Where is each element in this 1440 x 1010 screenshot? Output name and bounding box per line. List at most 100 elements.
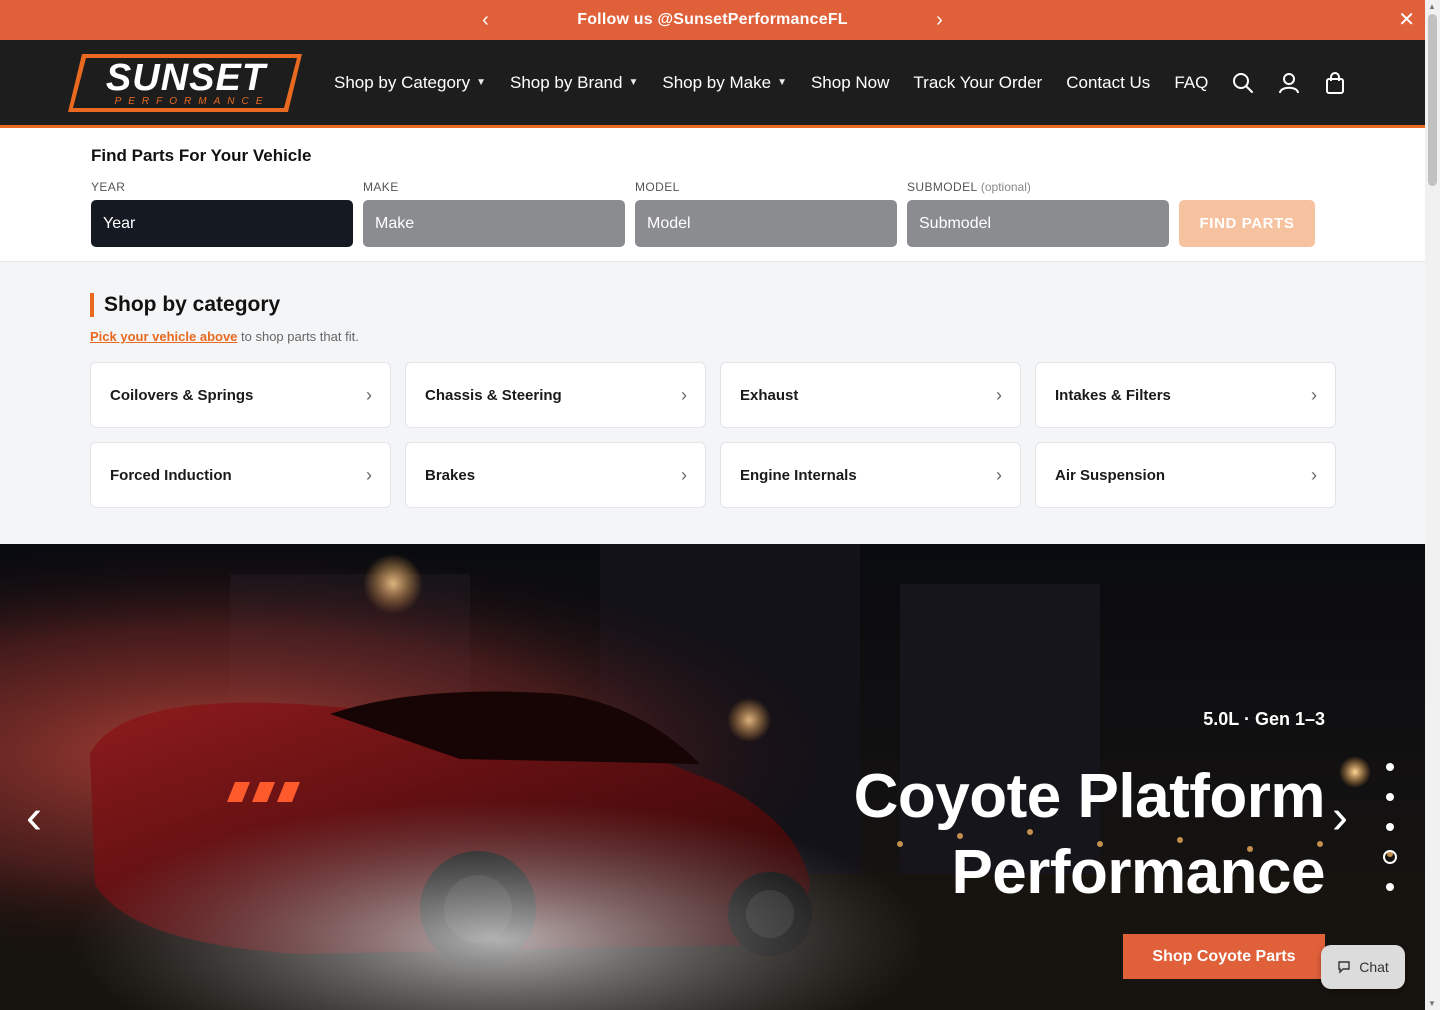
model-select[interactable]: Model [635, 200, 897, 247]
category-subtitle: Pick your vehicle above to shop parts th… [90, 329, 1335, 344]
chevron-down-icon: ▼ [628, 77, 639, 88]
search-icon[interactable] [1232, 72, 1254, 94]
chevron-down-icon: ▼ [476, 77, 486, 88]
category-label: Coilovers & Springs [110, 386, 254, 404]
hero-eyebrow: 5.0L · Gen 1–3 [1203, 709, 1325, 729]
svg-text:PERFORMANCE: PERFORMANCE [115, 96, 270, 107]
submodel-select[interactable]: Submodel [907, 200, 1169, 247]
hero-headline-line-2: Performance [951, 838, 1325, 907]
finder-title: Find Parts For Your Vehicle [91, 146, 312, 165]
category-label: Chassis & Steering [425, 386, 562, 404]
carousel-dot-5[interactable] [1386, 883, 1394, 891]
nav-shop-now[interactable]: Shop Now [811, 73, 889, 93]
chevron-right-icon: › [1311, 384, 1317, 405]
find-parts-button[interactable]: FIND PARTS [1179, 200, 1315, 247]
carousel-dot-3[interactable] [1386, 823, 1394, 831]
cart-icon[interactable] [1324, 71, 1346, 94]
category-label: Engine Internals [740, 466, 857, 484]
site-header: SUNSET PERFORMANCE Shop by Category ▼ Sho… [0, 40, 1425, 128]
field-label: SUBMODEL [907, 180, 978, 194]
nav-shop-by-category[interactable]: Shop by Category ▼ [334, 73, 486, 93]
chat-icon [1338, 961, 1350, 974]
category-label: Air Suspension [1055, 466, 1166, 484]
category-label: Brakes [425, 466, 476, 484]
make-select[interactable]: Make [363, 200, 625, 247]
category-label: Forced Induction [110, 466, 232, 484]
subtitle-text: to shop parts that fit. [237, 329, 359, 344]
scroll-down-icon[interactable]: ▼ [1428, 999, 1436, 1008]
carousel-dot-4[interactable] [1383, 850, 1397, 864]
model-label: MODEL [635, 180, 897, 194]
chevron-right-icon: › [996, 384, 1002, 405]
announcement-prev-arrow[interactable]: ‹ [474, 10, 498, 30]
shop-by-category: Shop by category Pick your vehicle above… [0, 262, 1425, 544]
field-label: MODEL [635, 180, 680, 194]
category-label: Exhaust [740, 386, 799, 404]
category-label: Intakes & Filters [1055, 386, 1171, 404]
nav-shop-by-make[interactable]: Shop by Make ▼ [662, 73, 787, 93]
category-card-intakes-filters[interactable]: Intakes & Filters › [1035, 362, 1336, 428]
submodel-field: SUBMODEL (optional) Submodel [907, 180, 1169, 247]
nav-contact-us[interactable]: Contact Us [1066, 73, 1150, 93]
sunset-performance-logo[interactable]: SUNSET PERFORMANCE [68, 52, 304, 114]
announcement-message[interactable]: Follow us @SunsetPerformanceFL [498, 11, 928, 29]
optional-tag: (optional) [980, 180, 1031, 194]
field-label: YEAR [91, 180, 126, 194]
chevron-right-icon: › [996, 464, 1002, 485]
year-select[interactable]: Year [91, 200, 353, 247]
category-card-coilovers-springs[interactable]: Coilovers & Springs › [90, 362, 391, 428]
chevron-right-icon: › [366, 384, 372, 405]
account-icon[interactable] [1278, 72, 1300, 94]
nav-track-your-order[interactable]: Track Your Order [913, 73, 1042, 93]
carousel-dots [1383, 752, 1397, 902]
announcement-close-icon[interactable]: ✕ [1398, 8, 1415, 32]
year-label: YEAR [91, 180, 353, 194]
announcement-bar: ‹ Follow us @SunsetPerformanceFL › ✕ [0, 0, 1425, 40]
hero-prev-arrow[interactable]: ‹ [26, 794, 42, 842]
category-card-chassis-steering[interactable]: Chassis & Steering › [405, 362, 706, 428]
chevron-right-icon: › [681, 464, 687, 485]
hero-carousel: 5.0L · Gen 1–3 Coyote Platform Performan… [0, 544, 1425, 1010]
vehicle-finder: Find Parts For Your Vehicle YEAR Year MA… [0, 128, 1425, 262]
scroll-up-icon[interactable]: ▲ [1428, 2, 1436, 11]
category-card-air-suspension[interactable]: Air Suspension › [1035, 442, 1336, 508]
year-field: YEAR Year [91, 180, 353, 247]
nav-label: Shop by Make [662, 72, 772, 92]
chat-label: Chat [1359, 959, 1389, 975]
category-card-engine-internals[interactable]: Engine Internals › [720, 442, 1021, 508]
carousel-dot-1[interactable] [1386, 763, 1394, 771]
chevron-down-icon: ▼ [777, 77, 787, 88]
make-label: MAKE [363, 180, 625, 194]
announcement-next-arrow[interactable]: › [928, 10, 952, 30]
hero-headline-line-1: Coyote Platform [853, 762, 1326, 831]
make-field: MAKE Make [363, 180, 625, 247]
page: ‹ Follow us @SunsetPerformanceFL › ✕ SUN… [0, 0, 1425, 1010]
submodel-label: SUBMODEL (optional) [907, 180, 1169, 194]
hero-next-arrow[interactable]: › [1332, 794, 1348, 842]
hero-headline: Coyote Platform Performance [853, 759, 1326, 911]
chevron-right-icon: › [1311, 464, 1317, 485]
page-scrollbar[interactable]: ▲ ▼ [1425, 0, 1440, 1010]
nav-shop-by-brand[interactable]: Shop by Brand ▼ [510, 73, 638, 93]
nav-label: Shop by Brand [510, 72, 623, 92]
main-nav: Shop by Category ▼ Shop by Brand ▼ Shop by… [334, 73, 1208, 93]
nav-label: Shop by Category [334, 72, 471, 92]
svg-text:SUNSET: SUNSET [106, 57, 268, 99]
pick-vehicle-link[interactable]: Pick your vehicle above [90, 329, 237, 344]
nav-faq[interactable]: FAQ [1174, 73, 1208, 93]
category-card-forced-induction[interactable]: Forced Induction › [90, 442, 391, 508]
finder-row: YEAR Year MAKE Make MODEL Model SUBMODEL… [91, 180, 1334, 247]
chevron-right-icon: › [366, 464, 372, 485]
category-grid: Coilovers & Springs › Chassis & Steering ›… [90, 362, 1336, 508]
chat-button[interactable]: Chat [1321, 945, 1405, 989]
chevron-right-icon: › [681, 384, 687, 405]
category-card-exhaust[interactable]: Exhaust › [720, 362, 1021, 428]
field-label: MAKE [363, 180, 399, 194]
scrollbar-thumb[interactable] [1428, 14, 1437, 186]
model-field: MODEL Model [635, 180, 897, 247]
category-section-title: Shop by category [90, 293, 1335, 317]
category-card-brakes[interactable]: Brakes › [405, 442, 706, 508]
shop-coyote-parts-button[interactable]: Shop Coyote Parts [1123, 934, 1325, 979]
carousel-dot-2[interactable] [1386, 793, 1394, 801]
header-icons [1232, 71, 1346, 94]
